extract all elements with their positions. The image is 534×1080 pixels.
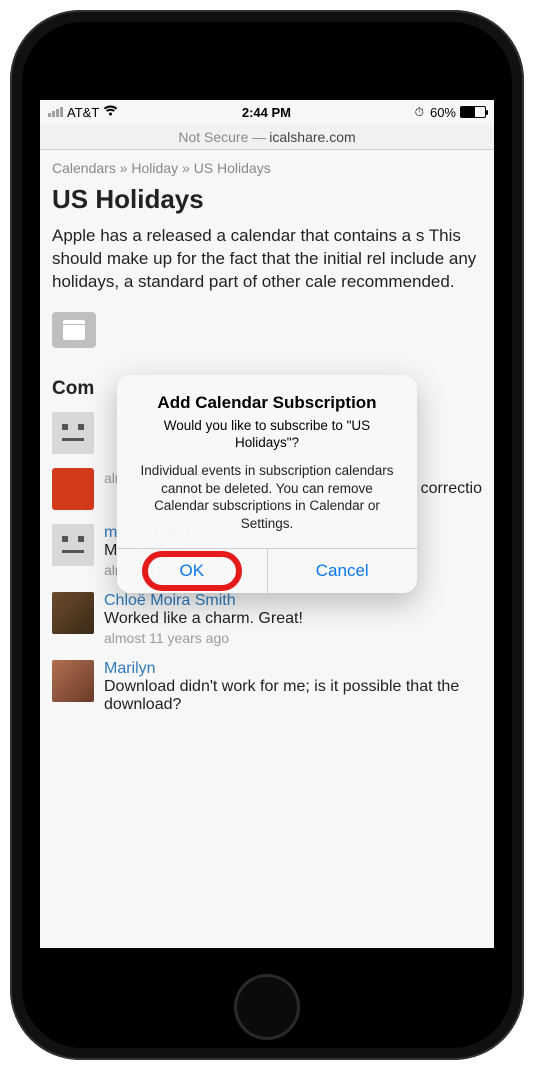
calendar-icon bbox=[63, 320, 85, 340]
comment-text: Worked like a charm. Great! bbox=[104, 610, 482, 628]
alarm-icon bbox=[415, 104, 426, 120]
comment-item: Chloë Moira Smith Worked like a charm. G… bbox=[52, 592, 482, 646]
alert-cancel-label: Cancel bbox=[316, 561, 369, 580]
battery-percent: 60% bbox=[430, 105, 456, 120]
alert-subtitle: Would you like to subscribe to "US Holid… bbox=[133, 417, 401, 452]
comment-author[interactable]: Marilyn bbox=[104, 660, 482, 678]
avatar bbox=[52, 524, 94, 566]
signal-icon bbox=[48, 107, 63, 117]
phone-inner: AT&T 2:44 PM 60% Not Secure — icalshare.… bbox=[22, 22, 512, 1048]
phone-frame: AT&T 2:44 PM 60% Not Secure — icalshare.… bbox=[10, 10, 524, 1060]
alert-ok-label: OK bbox=[179, 561, 204, 580]
carrier-label: AT&T bbox=[67, 105, 99, 120]
alert-ok-button[interactable]: OK bbox=[117, 549, 267, 593]
alert-note: Individual events in subscription calend… bbox=[133, 462, 401, 532]
wifi-icon bbox=[103, 104, 118, 120]
breadcrumb-holiday[interactable]: Holiday bbox=[131, 160, 178, 176]
safari-address-bar[interactable]: Not Secure — icalshare.com bbox=[40, 124, 494, 150]
comment-item: Marilyn Download didn't work for me; is … bbox=[52, 660, 482, 714]
home-button[interactable] bbox=[234, 974, 300, 1040]
subscribe-calendar-button[interactable] bbox=[52, 312, 96, 348]
avatar bbox=[52, 660, 94, 702]
avatar bbox=[52, 412, 94, 454]
comment-text: Download didn't work for me; is it possi… bbox=[104, 678, 482, 714]
not-secure-label: Not Secure — bbox=[178, 129, 266, 145]
avatar bbox=[52, 592, 94, 634]
breadcrumb: Calendars » Holiday » US Holidays bbox=[52, 160, 482, 176]
avatar bbox=[52, 468, 94, 510]
page-body-text: Apple has a released a calendar that con… bbox=[52, 225, 482, 294]
calendar-subscription-alert: Add Calendar Subscription Would you like… bbox=[117, 375, 417, 593]
battery-icon bbox=[460, 106, 486, 118]
breadcrumb-sep: » bbox=[120, 160, 128, 176]
alert-cancel-button[interactable]: Cancel bbox=[267, 549, 418, 593]
status-bar: AT&T 2:44 PM 60% bbox=[40, 100, 494, 124]
breadcrumb-sep: » bbox=[182, 160, 190, 176]
comment-time: almost 11 years ago bbox=[104, 630, 482, 646]
breadcrumb-calendars[interactable]: Calendars bbox=[52, 160, 116, 176]
comment-author[interactable]: Chloë Moira Smith bbox=[104, 592, 482, 610]
alert-title: Add Calendar Subscription bbox=[133, 393, 401, 413]
screen: AT&T 2:44 PM 60% Not Secure — icalshare.… bbox=[40, 100, 494, 948]
breadcrumb-us-holidays[interactable]: US Holidays bbox=[194, 160, 271, 176]
domain-label: icalshare.com bbox=[269, 129, 355, 145]
status-time: 2:44 PM bbox=[242, 105, 291, 120]
comment-tail: correctio bbox=[421, 480, 482, 498]
page-title: US Holidays bbox=[52, 184, 482, 215]
